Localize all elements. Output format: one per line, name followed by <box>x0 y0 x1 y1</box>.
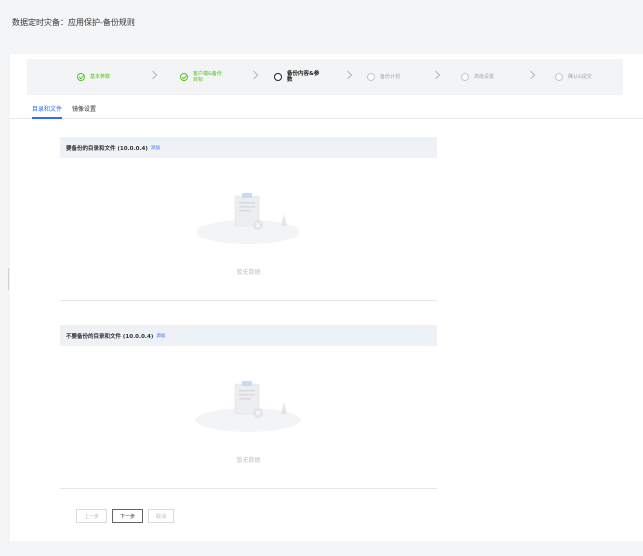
exclude-add-link[interactable]: 添加 <box>156 333 165 339</box>
step-label: 客户端&备份 目标 <box>193 71 222 83</box>
cancel-button[interactable]: 取消 <box>148 509 175 523</box>
exclude-empty-text: 暂无数据 <box>236 457 261 464</box>
form-actions: 上一步 下一步 取消 <box>76 509 175 523</box>
pending-step-icon <box>555 73 563 81</box>
step-backup-plan[interactable]: 备份计划 <box>367 59 400 95</box>
step-label: 确认&提交 <box>568 74 592 80</box>
exclude-section: 不要备份的目录和文件 (10.0.0.4) 添加 暂无数据 <box>60 325 437 489</box>
step-label: 备份计划 <box>380 74 401 80</box>
exclude-section-header: 不要备份的目录和文件 (10.0.0.4) 添加 <box>60 325 437 346</box>
step-content-params[interactable]: 备份内容&参 数 <box>274 59 319 95</box>
include-section-title: 要备份的目录和文件 (10.0.0.4) <box>66 145 148 152</box>
include-add-link[interactable]: 添加 <box>151 145 160 151</box>
chevron-right-icon <box>249 70 259 80</box>
include-empty-state: 暂无数据 <box>60 158 437 301</box>
empty-clipboard-icon <box>196 193 300 244</box>
tab-bar: 目录和文件 镜像设置 <box>10 100 643 119</box>
empty-clipboard-icon <box>196 381 300 432</box>
current-step-icon <box>274 73 282 81</box>
title-bar: 数据定时灾备：应用保护-备份规则 <box>0 0 643 48</box>
exclude-empty-state: 暂无数据 <box>60 346 437 489</box>
step-basic-params[interactable]: 基本参数 <box>77 59 110 95</box>
next-step-button[interactable]: 下一步 <box>112 509 144 523</box>
tab-image-settings[interactable]: 镜像设置 <box>72 104 96 119</box>
pending-step-icon <box>367 73 375 81</box>
step-label: 高级设置 <box>474 74 495 80</box>
chevron-right-icon <box>431 70 441 80</box>
tab-directories-files[interactable]: 目录和文件 <box>32 104 63 119</box>
step-advanced-settings[interactable]: 高级设置 <box>461 59 494 95</box>
main-card: 基本参数 客户端&备份 目标 备份内容&参 数 备份计划 高级设置 确认&提交 <box>10 54 643 541</box>
step-label: 基本参数 <box>90 74 111 80</box>
step-confirm-submit[interactable]: 确认&提交 <box>555 59 592 95</box>
step-bar: 基本参数 客户端&备份 目标 备份内容&参 数 备份计划 高级设置 确认&提交 <box>27 59 623 95</box>
check-circle-icon <box>77 73 85 81</box>
chevron-right-icon <box>526 70 536 80</box>
check-circle-icon <box>180 73 188 81</box>
chevron-right-icon <box>343 70 353 80</box>
include-section-header: 要备份的目录和文件 (10.0.0.4) 添加 <box>60 137 437 158</box>
pending-step-icon <box>461 73 469 81</box>
include-empty-text: 暂无数据 <box>236 269 261 276</box>
step-label: 备份内容&参 数 <box>287 71 320 83</box>
page-title: 数据定时灾备：应用保护-备份规则 <box>12 18 135 27</box>
step-client-target[interactable]: 客户端&备份 目标 <box>180 59 222 95</box>
include-section: 要备份的目录和文件 (10.0.0.4) 添加 暂无数据 <box>60 137 437 301</box>
prev-step-button[interactable]: 上一步 <box>76 509 108 523</box>
exclude-section-title: 不要备份的目录和文件 (10.0.0.4) <box>66 333 154 340</box>
chevron-right-icon <box>148 70 158 80</box>
